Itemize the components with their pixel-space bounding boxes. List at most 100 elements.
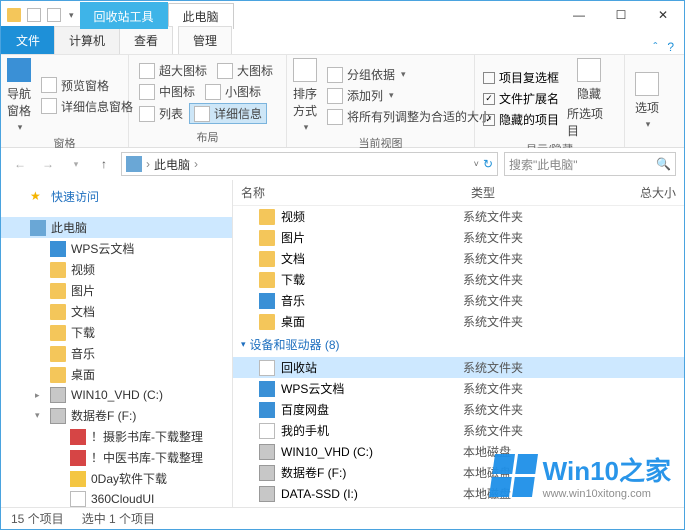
layout-small[interactable]: 小图标 — [201, 82, 265, 101]
tree-item[interactable]: ▾数据卷F (F:) — [1, 405, 232, 426]
options-button[interactable]: 选项 ▾ — [631, 58, 663, 143]
tree-item-label: ！摄影书库-下载整理 — [91, 428, 203, 445]
expand-icon[interactable]: ▸ — [35, 390, 45, 401]
tree-item[interactable]: ★快速访问 — [1, 186, 232, 207]
search-placeholder: 搜索"此电脑" — [509, 156, 578, 173]
layout-medium[interactable]: 中图标 — [135, 82, 199, 101]
tab-computer[interactable]: 计算机 — [54, 26, 120, 54]
close-button[interactable]: ✕ — [642, 1, 684, 29]
tree-item-label: 图片 — [71, 282, 95, 299]
hide-selected-button[interactable]: 隐藏 所选项目 — [567, 58, 611, 139]
up-button[interactable]: ↑ — [93, 153, 115, 175]
tree-item[interactable]: 此电脑 — [1, 217, 232, 238]
status-bar: 15 个项目 选中 1 个项目 — [1, 507, 684, 529]
list-row[interactable]: 我的手机系统文件夹 — [233, 420, 684, 441]
tree-item[interactable]: 音乐 — [1, 343, 232, 364]
add-columns-button[interactable]: 添加列▾ — [323, 86, 495, 105]
item-type: 系统文件夹 — [463, 271, 593, 288]
list-row[interactable]: WPS云文档系统文件夹 — [233, 378, 684, 399]
tree-item[interactable]: 下载 — [1, 322, 232, 343]
nav-tree[interactable]: ★快速访问此电脑WPS云文档视频图片文档下载音乐桌面 ▸ WIN10_VHD (C:… — [1, 180, 233, 507]
address-field[interactable]: › 此电脑 › ˅ ↻ — [121, 152, 498, 176]
search-icon: 🔍 — [656, 157, 671, 171]
tree-item[interactable]: ▸ WIN10_VHD (C:) — [1, 385, 232, 405]
tree-item[interactable]: ！摄影书库-下载整理 — [1, 426, 232, 447]
item-name: 我的手机 — [281, 422, 329, 439]
group-by-button[interactable]: 分组依据▾ — [323, 65, 495, 84]
tree-item-label: WIN10_VHD (C:) — [71, 388, 163, 402]
back-button[interactable]: ← — [9, 153, 31, 175]
item-type: 本地磁盘 — [463, 485, 593, 502]
list-row[interactable]: 回收站 系统文件夹 — [233, 357, 684, 378]
address-history-icon[interactable]: ˅ — [474, 159, 479, 169]
list-row[interactable]: 桌面系统文件夹 — [233, 311, 684, 332]
file-extensions-toggle[interactable]: ✓文件扩展名 — [481, 89, 561, 108]
tree-item[interactable]: 文档 — [1, 301, 232, 322]
recycle-icon — [259, 360, 275, 376]
list-row[interactable]: 文档系统文件夹 — [233, 248, 684, 269]
phone-icon — [259, 423, 275, 439]
group-header[interactable]: ▾设备和驱动器 (8) — [233, 332, 684, 357]
search-box[interactable]: 搜索"此电脑" 🔍 — [504, 152, 676, 176]
list-row[interactable]: WIN10_VHD (C:)本地磁盘 — [233, 441, 684, 462]
tab-file[interactable]: 文件 — [1, 26, 55, 54]
drive-icon — [50, 408, 66, 424]
expand-icon[interactable]: ▾ — [35, 410, 45, 421]
list-row[interactable]: 音乐 系统文件夹 — [233, 290, 684, 311]
tab-view[interactable]: 查看 — [119, 26, 173, 54]
col-size[interactable]: 总大小 — [593, 184, 684, 201]
minimize-button[interactable]: — — [558, 1, 600, 29]
list-row[interactable]: 下载 系统文件夹 — [233, 269, 684, 290]
qat-dropdown-icon[interactable]: ▾ — [69, 10, 74, 21]
layout-list[interactable]: 列表 — [135, 103, 187, 124]
item-checkboxes-toggle[interactable]: 项目复选框 — [481, 68, 561, 87]
tree-item[interactable]: 视频 — [1, 259, 232, 280]
item-name: 音乐 — [281, 292, 305, 309]
forward-button[interactable]: → — [37, 153, 59, 175]
tree-item-label: 桌面 — [71, 366, 95, 383]
checkbox-icon: ✓ — [483, 114, 495, 126]
layout-details[interactable]: 详细信息 — [189, 103, 267, 124]
column-headers[interactable]: 名称 类型 总大小 — [233, 180, 684, 206]
tree-item[interactable]: 0Day软件下载 — [1, 468, 232, 489]
list-row[interactable]: 视频系统文件夹 — [233, 206, 684, 227]
breadcrumb-root[interactable]: 此电脑 — [154, 156, 190, 173]
hidden-items-toggle[interactable]: ✓隐藏的项目 — [481, 110, 561, 129]
drive-icon — [259, 465, 275, 481]
maximize-button[interactable]: ☐ — [600, 1, 642, 29]
qat-properties-icon[interactable] — [27, 8, 41, 22]
tree-item[interactable]: ！中医书库-下载整理 — [1, 447, 232, 468]
qat-new-folder-icon[interactable] — [47, 8, 61, 22]
fit-icon — [327, 109, 343, 125]
item-type: 系统文件夹 — [463, 292, 593, 309]
help-icon[interactable]: ? — [667, 40, 674, 54]
list-row[interactable]: 图片系统文件夹 — [233, 227, 684, 248]
col-name[interactable]: 名称 — [233, 184, 463, 201]
list-row[interactable]: 数据卷F (F:)本地磁盘 — [233, 462, 684, 483]
item-name: 下载 — [281, 271, 305, 288]
tree-item[interactable]: WPS云文档 — [1, 238, 232, 259]
refresh-icon[interactable]: ↻ — [483, 157, 493, 171]
item-name: 数据卷F (F:) — [281, 464, 346, 481]
item-type: 系统文件夹 — [463, 359, 593, 376]
details-pane-button[interactable]: 详细信息窗格 — [37, 97, 137, 116]
col-type[interactable]: 类型 — [463, 184, 593, 201]
list-row[interactable]: DATA-SSD (I:)本地磁盘 — [233, 483, 684, 504]
item-name: 视频 — [281, 208, 305, 225]
tree-item[interactable]: 桌面 — [1, 364, 232, 385]
layout-extra-large[interactable]: 超大图标 — [135, 61, 211, 80]
tab-manage[interactable]: 管理 — [178, 26, 232, 54]
tree-item[interactable]: 360CloudUI — [1, 489, 232, 507]
xl-icon — [139, 63, 155, 79]
list-row[interactable]: 百度网盘系统文件夹 — [233, 399, 684, 420]
preview-pane-button[interactable]: 预览窗格 — [37, 76, 137, 95]
tree-item[interactable]: 图片 — [1, 280, 232, 301]
layout-large[interactable]: 大图标 — [213, 61, 277, 80]
sort-button[interactable]: 排序方式 ▾ — [293, 58, 317, 133]
fit-columns-button[interactable]: 将所有列调整为合适的大小 — [323, 107, 495, 126]
ribbon-collapse-icon[interactable]: ˆ — [653, 40, 657, 54]
lg-icon — [217, 63, 233, 79]
item-name: 回收站 — [281, 359, 317, 376]
recent-button[interactable]: ▾ — [65, 153, 87, 175]
nav-pane-button[interactable]: 导航窗格 ▾ — [7, 58, 31, 133]
